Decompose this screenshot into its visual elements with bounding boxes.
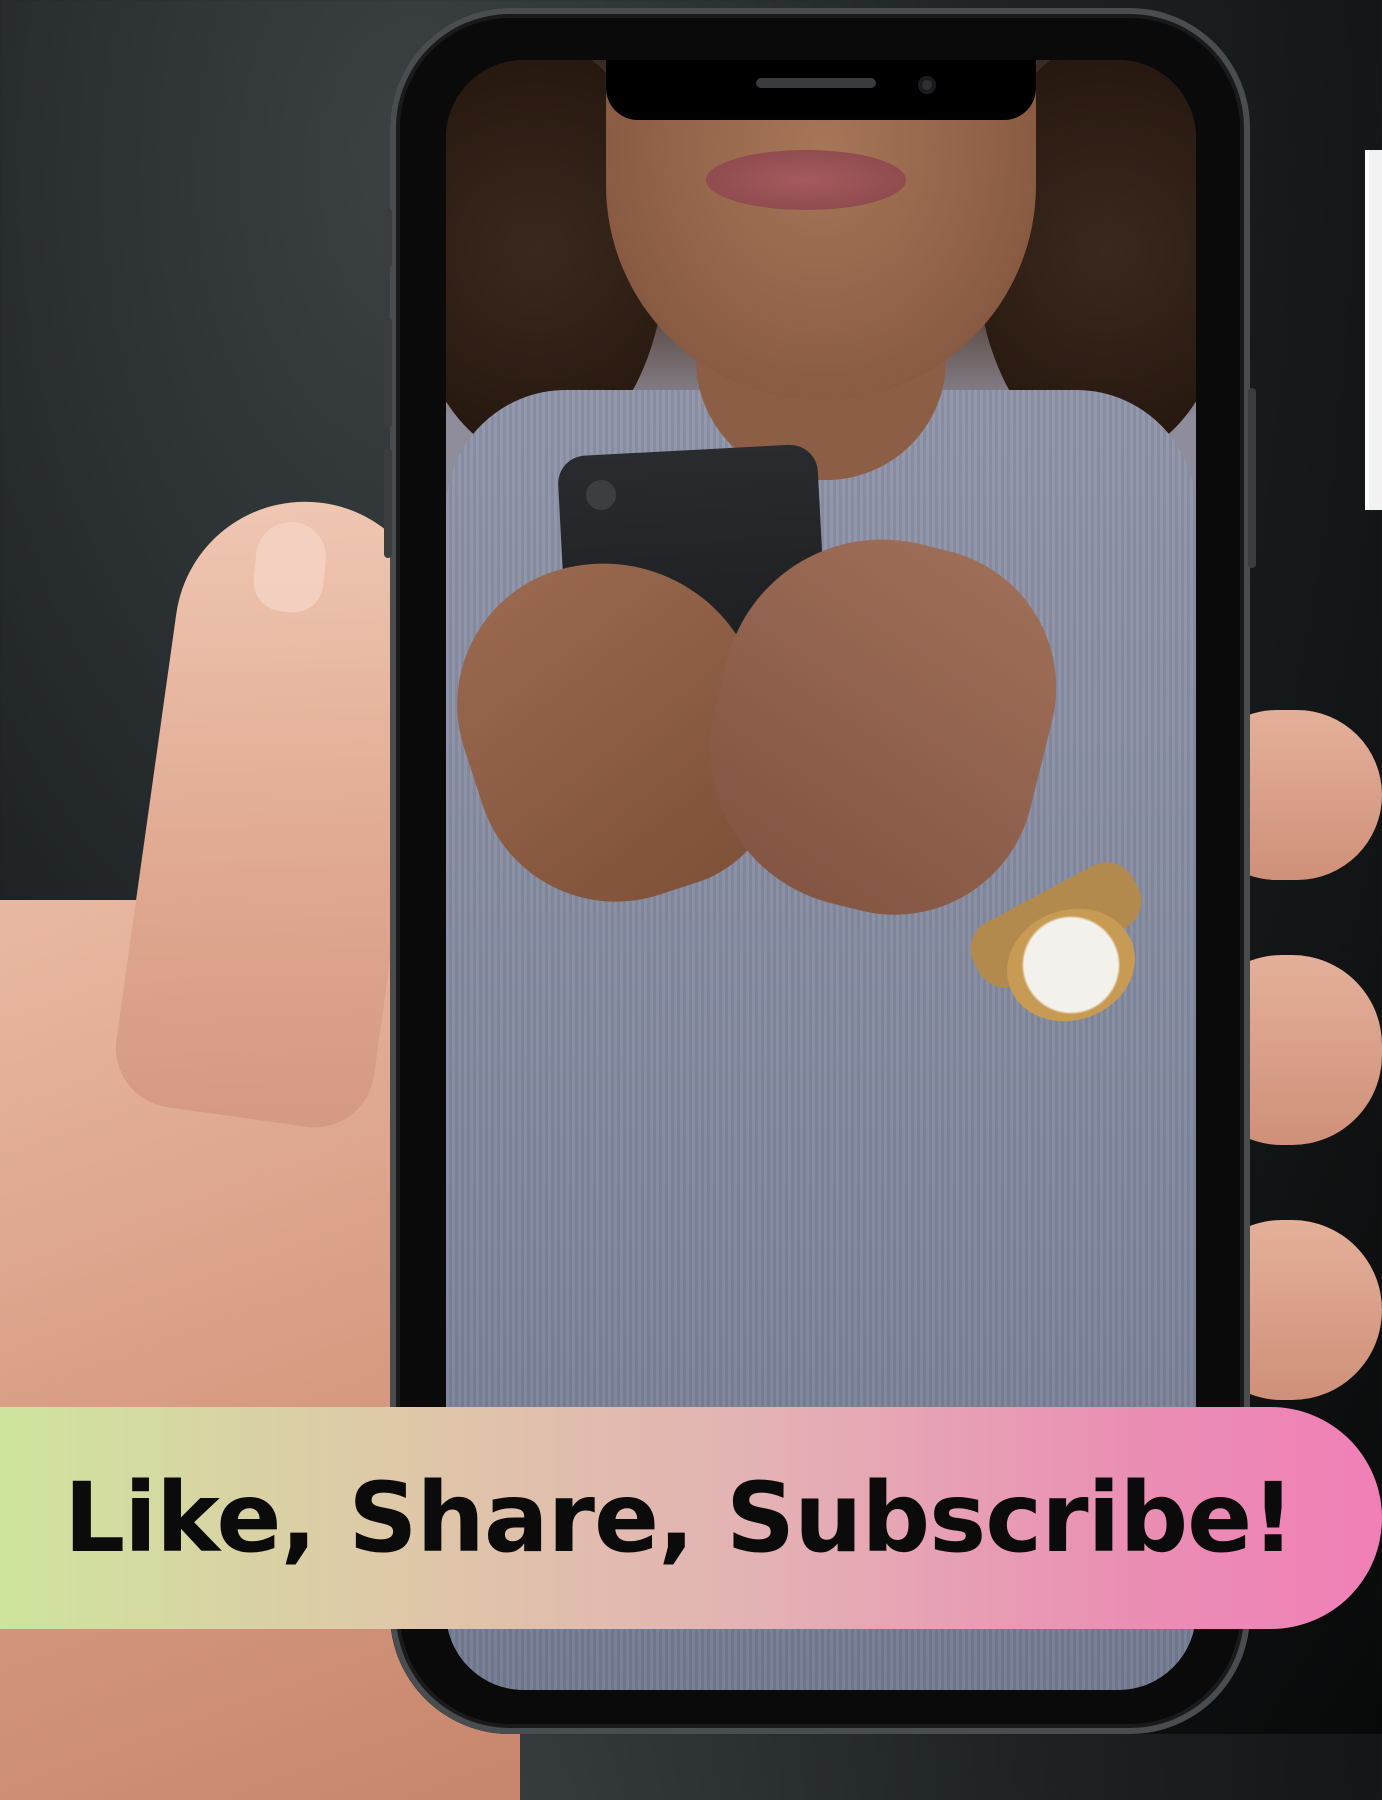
photo-lips (706, 150, 906, 210)
phone-notch (606, 60, 1036, 120)
phone-mute-switch (384, 208, 392, 268)
phone-notch-speaker-icon (756, 78, 876, 88)
thumbnail-canvas: Like, Share, Subscribe! (0, 0, 1382, 1800)
phone-power-button (1248, 388, 1256, 568)
right-edge-panel (1365, 150, 1382, 510)
phone-volume-up-button (384, 318, 392, 428)
cta-banner-text: Like, Share, Subscribe! (64, 1462, 1295, 1574)
front-camera-icon (918, 76, 936, 94)
photo-held-phone-camera-icon (586, 480, 616, 510)
phone-volume-down-button (384, 448, 392, 558)
